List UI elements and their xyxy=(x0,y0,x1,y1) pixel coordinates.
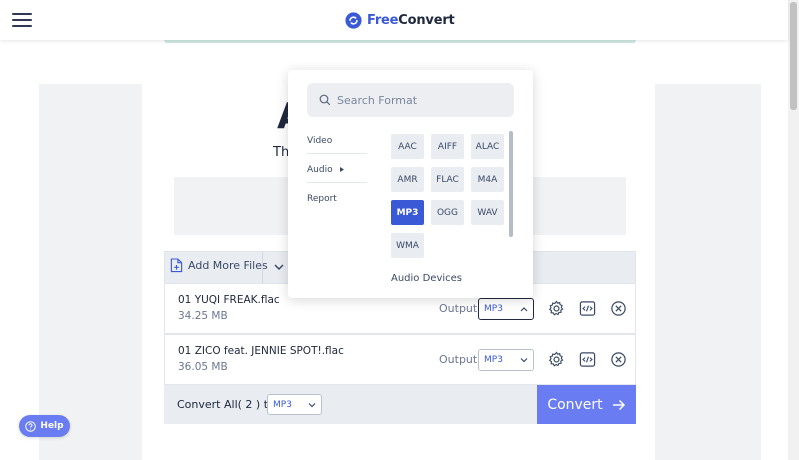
category-video[interactable]: Video xyxy=(307,136,367,154)
chevron-down-icon[interactable] xyxy=(273,261,285,273)
file-row: 01 ZICO feat. JENNIE SPOT!.flac 36.05 MB… xyxy=(164,334,636,385)
file-size: 34.25 MB xyxy=(178,310,228,322)
format-option[interactable]: AIFF xyxy=(431,134,464,159)
chevron-up-icon xyxy=(520,307,528,312)
output-format-select[interactable]: MP3 xyxy=(478,298,534,320)
category-video-label: Video xyxy=(307,136,333,146)
output-label: Output: xyxy=(439,302,481,315)
code-icon[interactable] xyxy=(579,300,596,317)
add-more-files-button[interactable]: Add More Files xyxy=(170,258,268,273)
category-report[interactable]: Report xyxy=(307,194,367,204)
caret-right-icon xyxy=(340,167,344,172)
arrow-right-icon xyxy=(612,399,625,410)
file-name: 01 YUQI FREAK.flac xyxy=(178,294,280,306)
add-more-files-label: Add More Files xyxy=(188,259,268,272)
logo[interactable]: FreeConvert xyxy=(345,10,455,30)
side-panel-right xyxy=(655,84,761,460)
side-panel-left xyxy=(39,84,142,460)
format-option[interactable]: AAC xyxy=(391,134,424,159)
page-scrollbar[interactable] xyxy=(788,0,799,460)
format-search-box xyxy=(307,83,514,117)
question-circle-icon xyxy=(25,420,37,432)
category-audio[interactable]: Audio xyxy=(307,165,367,183)
code-icon[interactable] xyxy=(579,351,596,368)
convert-all-bar: Convert All( 2 ) to: MP3 Convert xyxy=(164,385,636,424)
page-subtitle: Th xyxy=(273,145,290,160)
help-button[interactable]: Help xyxy=(19,415,70,437)
output-format-select[interactable]: MP3 xyxy=(478,349,534,371)
file-size: 36.05 MB xyxy=(178,361,228,373)
add-file-icon xyxy=(170,258,183,273)
search-icon xyxy=(319,94,331,106)
output-format-value: MP3 xyxy=(484,355,503,365)
format-option-selected[interactable]: MP3 xyxy=(391,200,424,225)
add-bar-divider xyxy=(262,252,263,284)
convert-button[interactable]: Convert xyxy=(537,385,636,424)
format-option[interactable]: AMR xyxy=(391,167,424,192)
format-search-input[interactable] xyxy=(337,91,507,109)
logo-text: FreeConvert xyxy=(367,12,455,28)
dropdown-scrollbar[interactable] xyxy=(509,131,513,237)
gear-icon[interactable] xyxy=(548,351,565,368)
close-circle-icon[interactable] xyxy=(610,300,627,317)
format-option[interactable]: WMA xyxy=(391,233,424,258)
chevron-down-icon xyxy=(308,403,316,408)
top-header: FreeConvert xyxy=(0,0,788,40)
audio-devices-link[interactable]: Audio Devices xyxy=(391,273,462,284)
convert-all-label: Convert All( 2 ) to: xyxy=(177,398,279,411)
format-option[interactable]: OGG xyxy=(431,200,464,225)
convert-button-label: Convert xyxy=(547,396,603,413)
output-format-value: MP3 xyxy=(484,304,503,314)
file-name: 01 ZICO feat. JENNIE SPOT!.flac xyxy=(178,345,344,357)
output-label: Output: xyxy=(439,353,481,366)
format-option[interactable]: M4A xyxy=(471,167,504,192)
format-option[interactable]: ALAC xyxy=(471,134,504,159)
format-option[interactable]: WAV xyxy=(471,200,504,225)
chevron-down-icon xyxy=(520,358,528,363)
logo-icon xyxy=(345,11,362,29)
convert-all-format-select[interactable]: MP3 xyxy=(267,394,322,415)
category-audio-label: Audio xyxy=(307,165,333,175)
close-circle-icon[interactable] xyxy=(610,351,627,368)
menu-icon[interactable] xyxy=(12,12,32,28)
gear-icon[interactable] xyxy=(548,300,565,317)
category-report-label: Report xyxy=(307,194,337,204)
format-option[interactable]: FLAC xyxy=(431,167,464,192)
scrollbar-thumb[interactable] xyxy=(790,2,797,110)
format-dropdown: Video Audio Report AAC AIFF ALAC AMR FLA… xyxy=(288,70,533,298)
convert-all-format-value: MP3 xyxy=(273,400,292,410)
help-label: Help xyxy=(40,421,64,431)
